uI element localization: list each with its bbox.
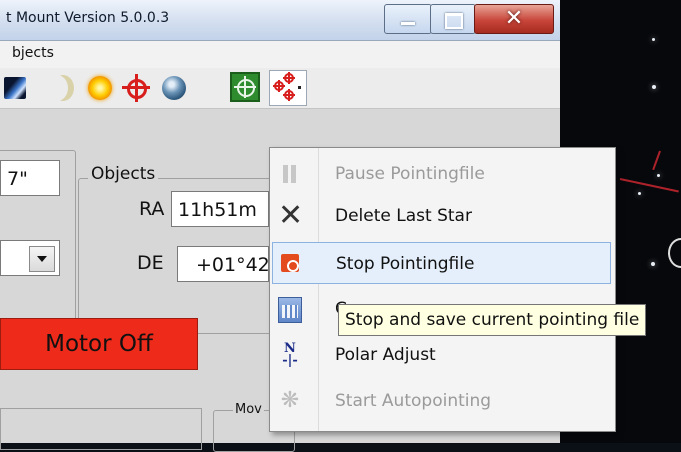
sun-icon[interactable] [84,72,114,102]
calculator-icon [278,297,302,323]
menu-item-start-autopointing[interactable]: ❋ Start Autopointing [272,380,611,422]
left-value-field[interactable]: 7" [0,160,60,196]
delete-x-icon: ✕ [278,198,304,233]
ra-label: RA [139,198,165,220]
star [651,262,655,266]
menu-item-label: Stop Pointingfile [336,254,475,274]
menu-item-delete-last-star[interactable]: ✕ Delete Last Star [272,195,611,237]
close-icon: ✕ [504,6,524,31]
menu-item-pause-pointingfile[interactable]: Pause Pointingfile [272,153,611,195]
constellation-line [619,178,679,193]
de-label: DE [137,252,164,274]
tooltip: Stop and save current pointing file [338,304,647,336]
minimize-button[interactable] [384,4,432,34]
object-circle-marker [668,238,681,268]
menu-item-label: Delete Last Star [335,206,472,226]
motor-off-button[interactable]: Motor Off [0,318,198,370]
pause-icon [278,162,302,186]
title-bar[interactable]: t Mount Version 5.0.0.3 ✕ [0,0,560,41]
left-combo-box[interactable] [0,240,60,276]
menu-item-stop-pointingfile[interactable]: Stop Pointingfile [272,242,611,284]
pointing-context-menu: Pause Pointingfile ✕ Delete Last Star St… [269,147,616,432]
moon-icon[interactable] [46,72,76,102]
autopointing-icon: ❋ [280,388,300,413]
star [652,38,655,41]
star [657,174,660,177]
target-icon[interactable] [120,72,150,102]
close-button[interactable]: ✕ [474,4,554,34]
bottom-left-group-box [0,408,202,450]
star [638,192,641,195]
maximize-button[interactable] [430,4,476,34]
window-title: t Mount Version 5.0.0.3 [6,10,170,26]
menu-item-label: Pause Pointingfile [335,164,485,184]
star [652,85,656,89]
maximize-icon [445,13,463,29]
chevron-down-icon[interactable] [29,246,55,272]
menu-objects[interactable]: bjects [12,45,54,61]
menu-item-label: Start Autopointing [335,391,492,411]
comet-icon[interactable] [0,72,28,102]
toolbar [0,68,560,109]
move-group-title: Mov [233,402,264,417]
pointing-stars-icon[interactable] [269,70,307,106]
stop-icon [281,254,299,272]
coordinate-grid-icon[interactable] [230,72,260,102]
constellation-line [652,150,661,171]
menu-item-polar-adjust[interactable]: N -|- Polar Adjust [272,334,611,376]
polar-adjust-icon: N -|- [282,341,298,368]
de-field[interactable]: +01°42 [177,246,269,282]
menu-item-label: Polar Adjust [335,345,436,365]
earth-icon[interactable] [158,72,188,102]
minimize-icon [401,22,415,25]
ra-field[interactable]: 11h51m [171,191,269,227]
objects-group-title: Objects [88,164,159,184]
menu-bar: bjects [0,41,560,69]
